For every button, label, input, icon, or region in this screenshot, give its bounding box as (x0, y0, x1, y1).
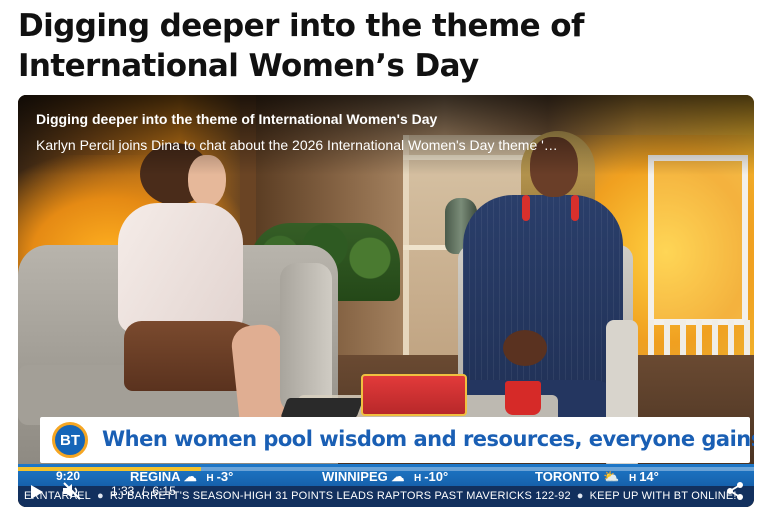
weather-regina: REGINA ☁ H -3° (130, 469, 233, 485)
title-overlay (18, 95, 754, 175)
broadcast-clock: 9:20 (56, 469, 81, 483)
sofa-arm (280, 263, 332, 413)
sun-cloud-icon: ⛅ (603, 469, 620, 484)
host-blouse (118, 203, 243, 333)
ticker-separator-icon: ● (97, 490, 104, 502)
progress-fill (18, 467, 201, 471)
duration: 6:15 (152, 484, 176, 498)
weather-hi-label: H (206, 473, 214, 484)
weather-city: TORONTO (535, 469, 600, 484)
lower-third-text: When women pool wisdom and resources, ev… (102, 427, 754, 451)
progress-bar[interactable] (18, 467, 754, 471)
play-icon[interactable] (30, 484, 44, 500)
video-title[interactable]: Digging deeper into the theme of Interna… (36, 111, 437, 127)
weather-winnipeg: WINNIPEG ☁ H -10° (322, 469, 448, 485)
mute-icon[interactable] (62, 482, 82, 500)
weather-toronto: TORONTO ⛅ H 14° (535, 469, 659, 485)
cloud-icon: ☁ (183, 469, 197, 484)
weather-city: REGINA (130, 469, 181, 484)
time-separator: / (141, 484, 146, 498)
video-description: Karlyn Percil joins Dina to chat about t… (36, 137, 558, 153)
earring (522, 195, 530, 221)
current-time: 1:33 (111, 484, 135, 498)
ticker-item: KEEP UP WITH BT ONLINE! (589, 490, 737, 502)
video-player[interactable]: Digging deeper into the theme of Interna… (18, 95, 754, 507)
lower-third-banner: BT When women pool wisdom and resources,… (40, 417, 754, 463)
weather-temp: 14° (639, 469, 659, 484)
earring (571, 195, 579, 221)
share-icon[interactable] (726, 481, 744, 501)
studio-window (648, 155, 748, 325)
weather-temp: -3° (216, 469, 234, 484)
ticker-separator-icon: ● (576, 490, 584, 502)
decorative-box (361, 374, 467, 416)
red-mug (505, 381, 541, 415)
guest-hands (503, 330, 547, 366)
weather-hi-label: H (413, 473, 422, 484)
cloud-icon: ☁ (391, 469, 405, 484)
weather-hi-label: H (628, 473, 637, 484)
ticker-item: RJ BARRETT'S SEASON-HIGH 31 POINTS LEADS… (109, 490, 571, 502)
bt-logo: BT (52, 422, 88, 458)
tablet (280, 398, 364, 418)
weather-temp: -10° (424, 469, 449, 484)
weather-city: WINNIPEG (322, 469, 388, 484)
time-readout: 1:33 / 6:15 (111, 484, 176, 498)
article-headline: Digging deeper into the theme of Interna… (18, 8, 584, 84)
